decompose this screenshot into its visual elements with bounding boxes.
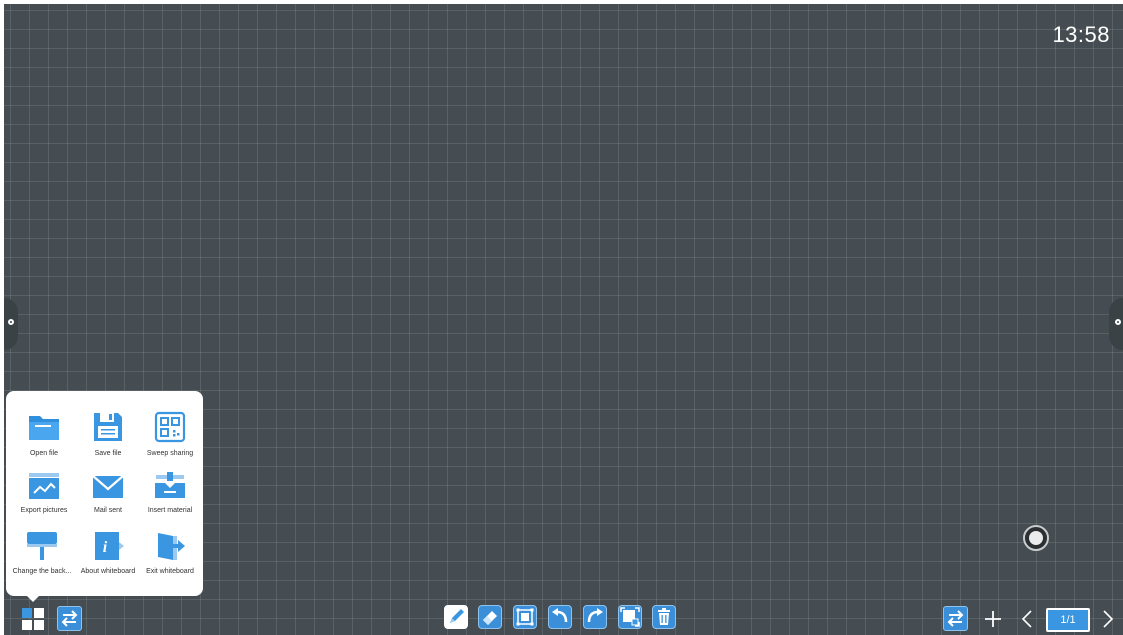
exit-door-icon	[158, 533, 185, 560]
chevron-right-icon	[1103, 610, 1114, 628]
menu-item-label: Save file	[94, 450, 122, 457]
screenshot-button[interactable]	[618, 605, 642, 629]
folder-icon	[29, 416, 59, 440]
floating-pointer-button[interactable]	[1023, 525, 1049, 551]
menu-item-exit-whiteboard[interactable]: Exit whiteboard	[138, 530, 202, 586]
previous-page-button[interactable]	[1017, 608, 1039, 630]
trash-icon	[658, 608, 670, 625]
plus-icon	[985, 611, 1001, 627]
right-side-toggle[interactable]	[1109, 298, 1123, 350]
grid-menu-icon	[22, 608, 44, 630]
insert-tray-icon	[155, 472, 185, 498]
svg-text:i: i	[103, 539, 108, 556]
menu-item-change-background[interactable]: Change the back...	[8, 530, 76, 586]
toggle-handle-icon	[8, 319, 14, 325]
menu-item-open-file[interactable]: Open file	[12, 410, 76, 466]
menu-item-label: Exit whiteboard	[146, 568, 194, 575]
menu-item-sweep-sharing[interactable]: Sweep sharing	[138, 410, 202, 466]
pen-tool-button[interactable]	[444, 605, 468, 629]
swap-icon	[61, 610, 78, 627]
clock: 13:58	[1052, 22, 1110, 47]
pen-icon	[450, 609, 464, 623]
menu-item-label: Open file	[29, 450, 59, 457]
screenshot-icon	[620, 607, 640, 627]
menu-item-label: Change the back...	[12, 568, 72, 575]
menu-item-export-pictures[interactable]: Export pictures	[12, 471, 76, 527]
picture-icon	[29, 473, 59, 499]
paint-roller-icon	[27, 532, 57, 560]
info-icon: i	[95, 532, 124, 560]
menu-item-label: Sweep sharing	[146, 450, 194, 457]
whiteboard-canvas[interactable]: 13:58 Open file Save file Sweep sharing …	[4, 4, 1123, 635]
menu-item-about-whiteboard[interactable]: i About whiteboard	[76, 530, 140, 586]
chevron-left-icon	[1021, 610, 1032, 628]
page-indicator[interactable]: 1/1	[1046, 608, 1090, 632]
qr-code-icon	[154, 411, 186, 443]
menu-item-label: About whiteboard	[80, 568, 136, 575]
menu-item-insert-material[interactable]: Insert material	[138, 471, 202, 527]
menu-item-mail-sent[interactable]: Mail sent	[76, 471, 140, 527]
eraser-icon	[483, 611, 497, 625]
swap-toolbar-button[interactable]	[57, 606, 82, 631]
select-tool-button[interactable]	[513, 605, 537, 629]
menu-item-label: Mail sent	[93, 507, 122, 514]
add-page-button[interactable]	[982, 608, 1004, 630]
pointer-dot-icon	[1029, 531, 1043, 545]
swap-side-button[interactable]	[943, 606, 968, 631]
menu-item-save-file[interactable]: Save file	[76, 410, 140, 466]
redo-button[interactable]	[583, 605, 607, 629]
main-menu-popup: Open file Save file Sweep sharing Export…	[6, 391, 203, 602]
redo-icon	[587, 608, 603, 623]
eraser-tool-button[interactable]	[478, 605, 502, 629]
swap-icon	[947, 610, 964, 627]
undo-button[interactable]	[548, 605, 572, 629]
select-icon	[516, 608, 534, 626]
mail-icon	[92, 475, 124, 498]
floppy-icon	[94, 413, 122, 441]
left-side-toggle[interactable]	[4, 298, 18, 350]
toggle-handle-icon	[1115, 319, 1121, 325]
undo-icon	[552, 608, 568, 623]
delete-button[interactable]	[652, 605, 676, 629]
menu-button[interactable]	[21, 607, 45, 631]
next-page-button[interactable]	[1096, 608, 1118, 630]
menu-item-label: Insert material	[147, 507, 193, 514]
menu-item-label: Export pictures	[20, 507, 68, 514]
